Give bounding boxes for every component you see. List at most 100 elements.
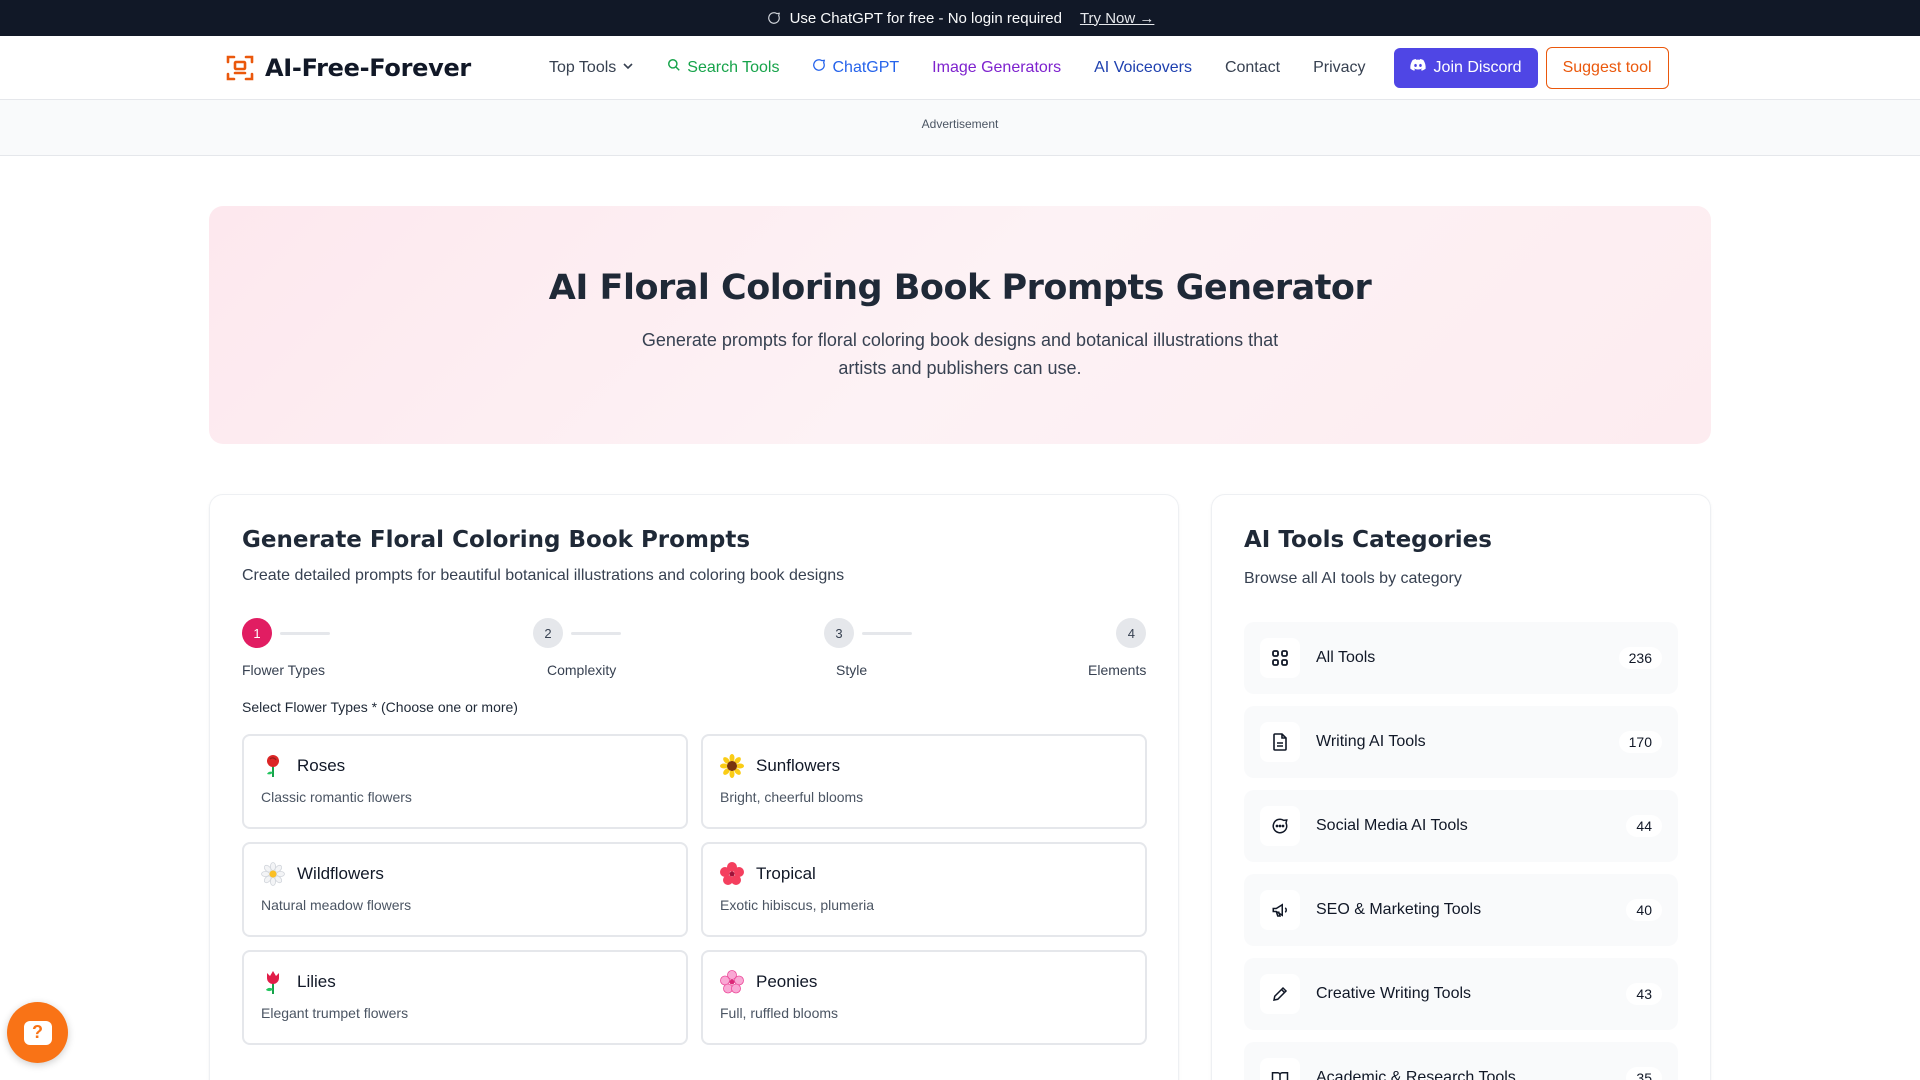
step-flower-types[interactable]: 1 Flower Types [242, 618, 330, 678]
nav-chatgpt[interactable]: ChatGPT [812, 58, 899, 77]
step-label: Style [836, 662, 868, 678]
step-complexity[interactable]: 2 Complexity [533, 618, 621, 678]
chat-bubble-icon [1260, 806, 1300, 846]
option-peonies[interactable]: Peonies Full, ruffled blooms [701, 950, 1147, 1045]
try-now-link[interactable]: Try Now → [1080, 10, 1154, 27]
main-nav: Top Tools Search Tools ChatGPT Image Gen… [549, 58, 1399, 77]
category-count: 35 [1626, 1067, 1662, 1080]
option-lilies[interactable]: Lilies Elegant trumpet flowers [242, 950, 688, 1045]
rose-icon [261, 754, 285, 778]
category-name: SEO & Marketing Tools [1316, 901, 1482, 918]
categories-subtitle: Browse all AI tools by category [1244, 570, 1462, 587]
search-icon [667, 58, 681, 77]
category-seo-marketing[interactable]: SEO & Marketing Tools 40 [1244, 874, 1678, 946]
nav-contact[interactable]: Contact [1225, 59, 1280, 77]
category-count: 40 [1626, 899, 1662, 921]
step-number: 2 [533, 618, 563, 648]
help-button[interactable]: ? [7, 1002, 68, 1063]
nav-ai-voiceovers[interactable]: AI Voiceovers [1094, 59, 1192, 77]
step-number: 3 [824, 618, 854, 648]
chat-icon [812, 58, 826, 77]
option-name: Sunflowers [756, 756, 841, 775]
step-label: Flower Types [242, 662, 325, 678]
nav-contact-label: Contact [1224, 58, 1281, 76]
categories-title: AI Tools Categories [1244, 527, 1492, 553]
category-academic-research[interactable]: Academic & Research Tools 35 [1244, 1042, 1678, 1080]
nav-search-tools-label: Search Tools [687, 58, 780, 76]
nav-chatgpt-label: ChatGPT [832, 58, 900, 76]
category-count: 236 [1618, 647, 1662, 669]
step-connector [280, 631, 330, 635]
advertisement-label: Advertisement [921, 117, 999, 131]
option-name: Tropical [756, 864, 816, 883]
hibiscus-icon [720, 862, 744, 886]
discord-icon [1409, 58, 1426, 77]
option-sunflowers[interactable]: Sunflowers Bright, cheerful blooms [701, 734, 1147, 829]
stepper: 1 Flower Types 2 Complexity 3 Style 4 El… [242, 618, 1147, 678]
site-header: AI-Free-Forever Top Tools Search Tools C… [0, 36, 1920, 100]
category-name: Academic & Research Tools [1316, 1069, 1516, 1080]
nav-top-tools-label: Top Tools [548, 58, 617, 76]
book-icon [1260, 1058, 1300, 1080]
option-roses[interactable]: Roses Classic romantic flowers [242, 734, 688, 829]
nav-image-generators[interactable]: Image Generators [932, 59, 1061, 77]
category-name: All Tools [1316, 649, 1376, 666]
category-name: Creative Writing Tools [1316, 985, 1472, 1002]
option-desc: Bright, cheerful blooms [720, 789, 864, 805]
category-count: 44 [1626, 815, 1662, 837]
step-style[interactable]: 3 Style [824, 618, 912, 678]
step-number: 1 [242, 618, 272, 648]
banner-text: Use ChatGPT for free - No login required [789, 9, 1062, 27]
step-connector [862, 631, 912, 635]
category-writing[interactable]: Writing AI Tools 170 [1244, 706, 1678, 778]
generator-subtitle: Create detailed prompts for beautiful bo… [242, 567, 845, 584]
option-wildflowers[interactable]: Wildflowers Natural meadow flowers [242, 842, 688, 937]
advertisement-bar: Advertisement [0, 100, 1920, 156]
sunflower-icon [720, 754, 744, 778]
hero-section: AI Floral Coloring Book Prompts Generato… [209, 206, 1711, 444]
flower-options-grid: Roses Classic romantic flowers Sunflower… [242, 734, 1147, 1045]
grid-icon [1260, 638, 1300, 678]
option-desc: Natural meadow flowers [261, 897, 412, 913]
nav-search-tools[interactable]: Search Tools [667, 58, 779, 77]
site-logo[interactable]: AI-Free-Forever [225, 53, 471, 83]
page-title: AI Floral Coloring Book Prompts Generato… [548, 268, 1372, 308]
step-connector [571, 631, 621, 635]
join-discord-button[interactable]: Join Discord [1393, 47, 1538, 88]
nav-top-tools[interactable]: Top Tools [549, 59, 634, 77]
category-count: 170 [1618, 731, 1662, 753]
cherry-blossom-icon [720, 970, 744, 994]
step-elements[interactable]: 4 Elements [1088, 618, 1147, 678]
option-desc: Elegant trumpet flowers [261, 1005, 409, 1021]
join-discord-label: Join Discord [1433, 58, 1522, 76]
flower-types-label: Select Flower Types * (Choose one or mor… [242, 699, 518, 715]
option-desc: Full, ruffled blooms [720, 1005, 839, 1021]
option-tropical[interactable]: Tropical Exotic hibiscus, plumeria [701, 842, 1147, 937]
option-desc: Exotic hibiscus, plumeria [720, 897, 875, 913]
question-mark-icon: ? [23, 1020, 52, 1045]
chevron-down-icon [622, 59, 634, 77]
categories-list: All Tools 236 Writing AI Tools 170 Socia… [1244, 622, 1678, 1080]
category-social-media[interactable]: Social Media AI Tools 44 [1244, 790, 1678, 862]
categories-card: AI Tools Categories Browse all AI tools … [1211, 494, 1711, 1080]
page-subtitle: Generate prompts for floral coloring boo… [641, 330, 1279, 378]
step-label: Complexity [547, 662, 617, 678]
suggest-tool-button[interactable]: Suggest tool [1545, 46, 1669, 89]
generator-card: Generate Floral Coloring Book Prompts Cr… [209, 494, 1179, 1080]
promo-banner: Use ChatGPT for free - No login required… [0, 0, 1920, 36]
category-count: 43 [1626, 983, 1662, 1005]
category-name: Social Media AI Tools [1316, 817, 1468, 834]
step-label: Elements [1088, 662, 1147, 678]
category-all-tools[interactable]: All Tools 236 [1244, 622, 1678, 694]
step-number: 4 [1116, 618, 1147, 648]
logo-text: AI-Free-Forever [265, 53, 471, 82]
daisy-icon [261, 862, 285, 886]
nav-privacy[interactable]: Privacy [1313, 59, 1365, 77]
option-name: Wildflowers [297, 864, 384, 883]
generator-title: Generate Floral Coloring Book Prompts [242, 527, 751, 553]
nav-privacy-label: Privacy [1313, 58, 1366, 76]
category-creative-writing[interactable]: Creative Writing Tools 43 [1244, 958, 1678, 1030]
option-name: Roses [297, 756, 346, 775]
option-desc: Classic romantic flowers [261, 789, 412, 805]
category-name: Writing AI Tools [1316, 733, 1426, 750]
